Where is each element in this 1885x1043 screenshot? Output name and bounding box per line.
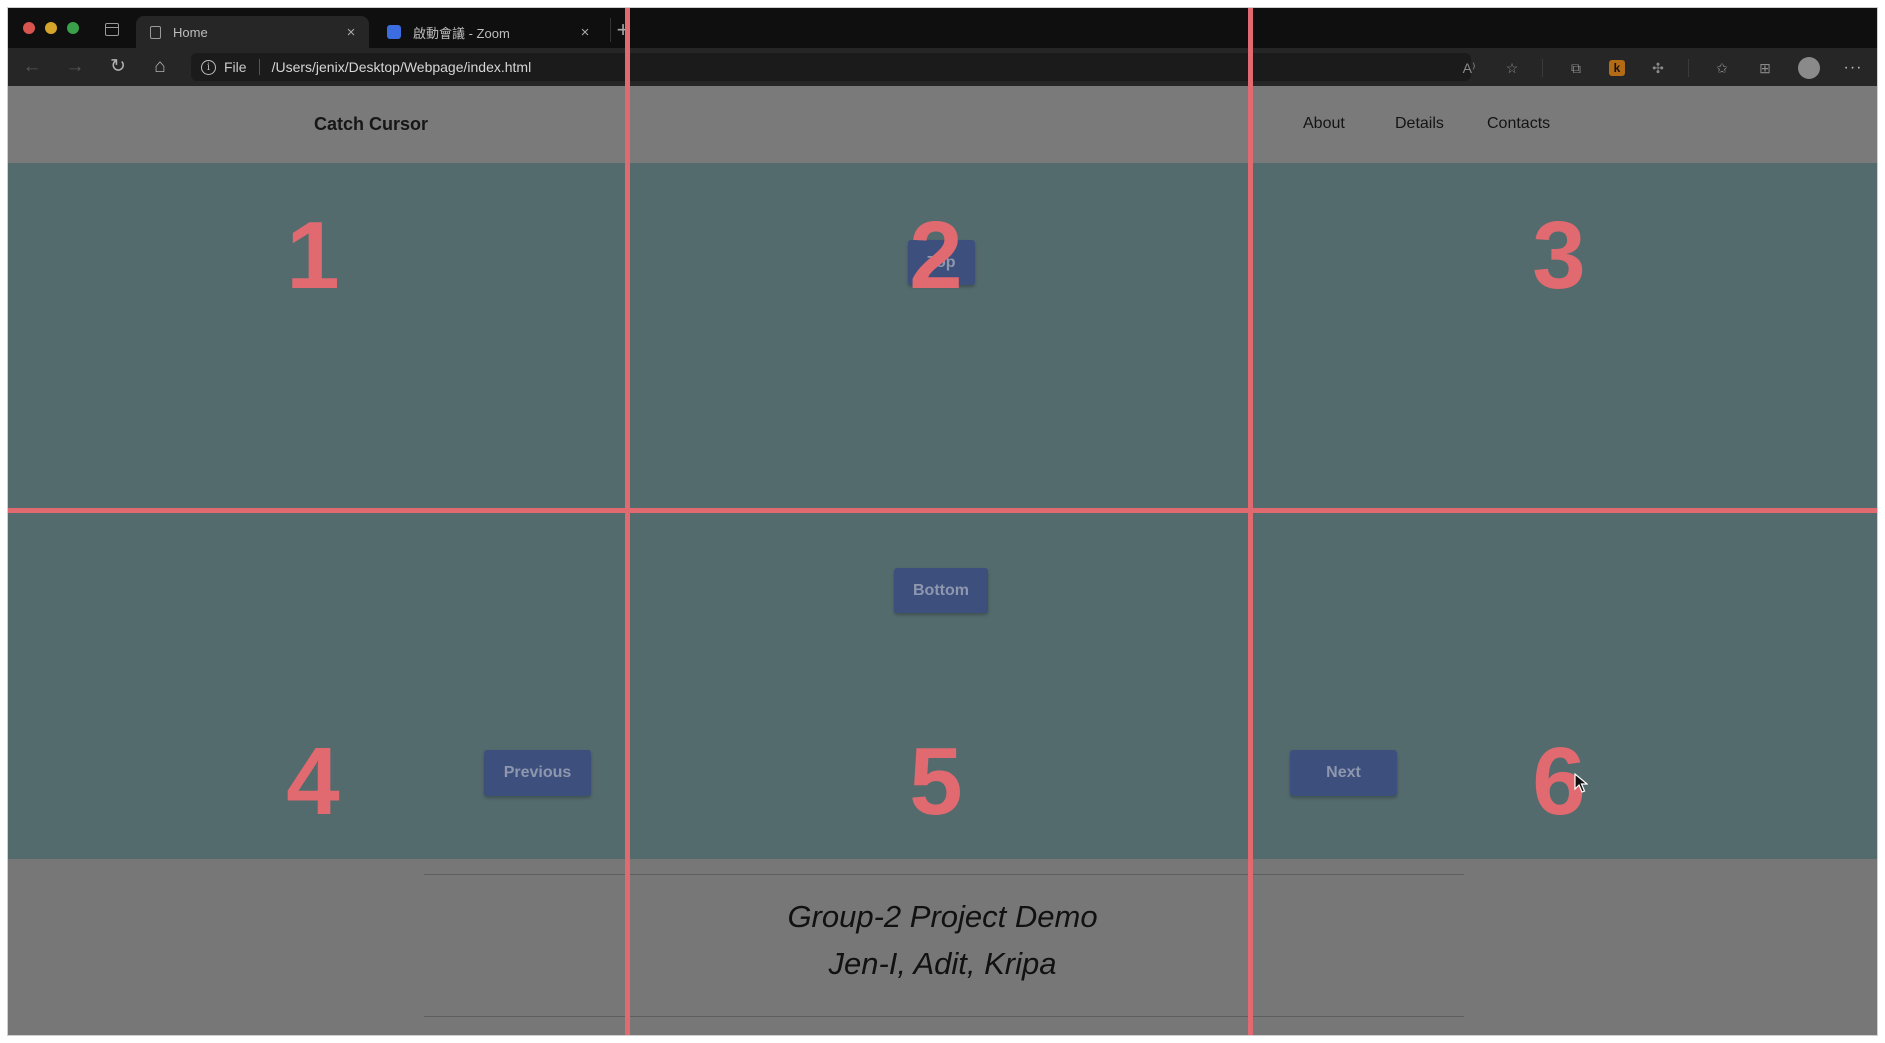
k-extension-icon[interactable]: k [1609,60,1625,76]
favorites-icon[interactable]: ✩ [1712,58,1732,78]
mouse-cursor-icon [1574,773,1588,793]
browser-toolbar: ← → ↻ ⌂ i File /Users/jenix/Desktop/Webp… [8,48,1877,86]
tab-home[interactable]: Home × [136,16,369,48]
grid-line-vertical [1248,8,1253,1035]
cell-number-3: 3 [1532,202,1586,309]
grid-line-horizontal [8,508,1877,513]
back-icon[interactable]: ← [21,56,43,78]
puzzle-icon[interactable]: ✣ [1648,58,1668,78]
minimize-window-icon[interactable] [45,22,57,34]
sidebar-toggle-icon[interactable] [105,23,119,36]
close-tab-icon[interactable]: × [575,24,595,41]
nav-about[interactable]: About [1303,115,1345,133]
site-brand[interactable]: Catch Cursor [314,114,428,135]
collections-icon[interactable]: ⊞ [1755,58,1775,78]
profile-icon[interactable] [1798,57,1820,79]
browser-window: Home × 啟動會議 - Zoom × + ← → ↻ ⌂ i File /U… [8,8,1877,1035]
favorite-add-icon[interactable]: ☆ [1502,58,1522,78]
info-icon[interactable]: i [201,59,216,75]
close-window-icon[interactable] [23,22,35,34]
toolbar-divider [1542,59,1543,77]
read-aloud-icon[interactable]: A⁾ [1459,58,1479,78]
footer-title: Group-2 Project Demo [787,899,1098,934]
address-bar[interactable]: i File /Users/jenix/Desktop/Webpage/inde… [191,53,1471,81]
cell-number-4: 4 [286,728,340,835]
site-header: Catch Cursor About Details Contacts [8,86,1877,163]
extension-icon[interactable]: ⧉ [1566,58,1586,78]
cell-number-6: 6 [1532,728,1586,835]
nav-contacts[interactable]: Contacts [1487,115,1550,133]
reload-icon[interactable]: ↻ [107,56,129,78]
scheme-label: File [224,59,247,75]
footer-names: Jen-I, Adit, Kripa [828,946,1057,981]
cell-number-2: 2 [909,202,963,309]
page-icon [150,25,161,39]
zoom-icon [387,25,401,39]
forward-icon[interactable]: → [64,56,86,78]
cell-number-5: 5 [909,728,963,835]
home-icon[interactable]: ⌂ [149,56,171,78]
grid-line-vertical [625,8,630,1035]
maximize-window-icon[interactable] [67,22,79,34]
next-button[interactable]: Next [1290,750,1397,796]
toolbar-divider [1688,59,1689,77]
close-tab-icon[interactable]: × [341,24,361,41]
site-footer: Group-2 Project Demo Jen-I, Adit, Kripa [8,859,1877,1035]
footer-divider [424,1016,1464,1017]
tab-label: Home [173,24,208,40]
tab-bar: Home × 啟動會議 - Zoom × + [8,8,1877,48]
footer-divider [424,874,1464,875]
address-separator [258,59,260,75]
previous-button[interactable]: Previous [484,750,591,796]
tab-zoom[interactable]: 啟動會議 - Zoom × [373,16,603,48]
more-icon[interactable]: ··· [1843,58,1863,78]
nav-details[interactable]: Details [1395,115,1444,133]
tab-label: 啟動會議 - Zoom [413,25,510,41]
new-tab-icon[interactable]: + [610,18,635,42]
toolbar-icons: A⁾ ☆ ⧉ k ✣ ✩ ⊞ ··· [1436,57,1863,79]
bottom-button[interactable]: Bottom [894,568,988,613]
url-text[interactable]: /Users/jenix/Desktop/Webpage/index.html [272,59,532,75]
cell-number-1: 1 [286,202,340,309]
